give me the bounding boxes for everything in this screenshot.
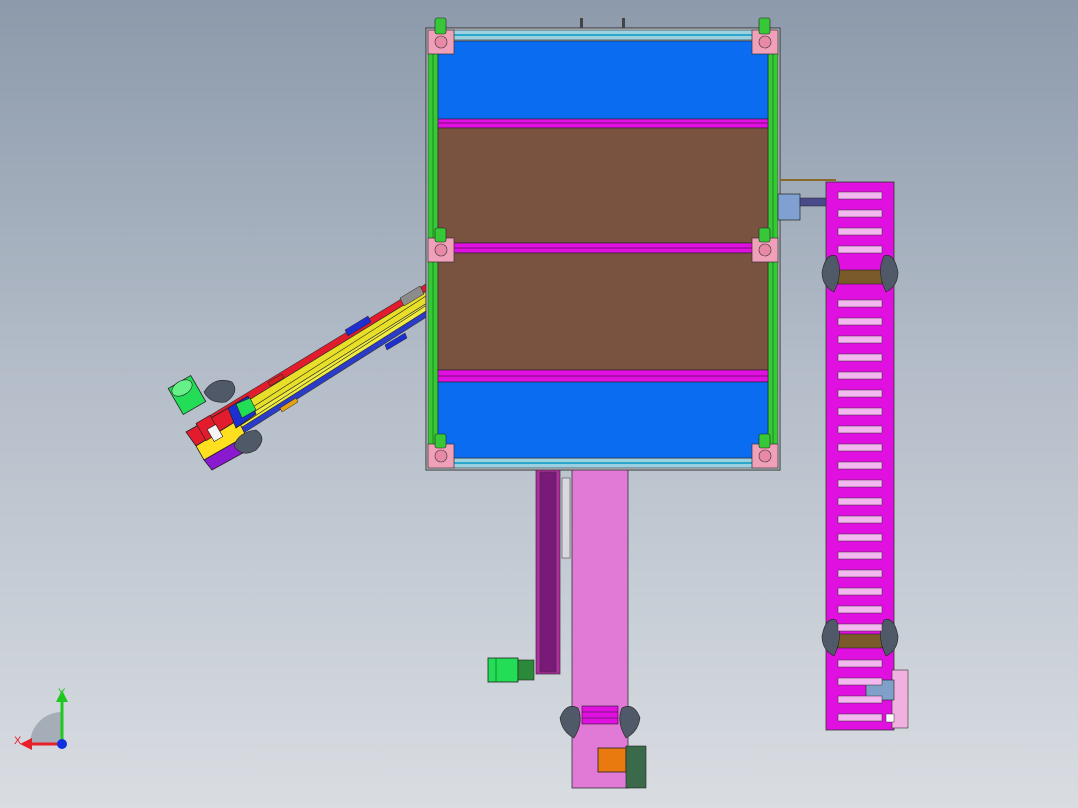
conveyor-slat [837, 443, 883, 452]
green-motor[interactable] [487, 657, 535, 683]
conveyor-slat [837, 713, 883, 722]
feeder-motor[interactable] [167, 374, 207, 416]
corner-post-tl [427, 17, 455, 55]
inclined-feeder[interactable] [167, 283, 437, 471]
conveyor-slat [837, 407, 883, 416]
conveyor-slat [837, 515, 883, 524]
y-axis-label: Y [58, 687, 66, 699]
conveyor-slat [837, 479, 883, 488]
conveyor-slat [837, 227, 883, 236]
conveyor-slat [837, 497, 883, 506]
conveyor-slat [837, 317, 883, 326]
conveyor-slat [837, 299, 883, 308]
upper-blue-panel[interactable] [437, 40, 769, 120]
conveyor-slat [837, 551, 883, 560]
conveyor-slat [837, 605, 883, 614]
triad-plane [30, 712, 62, 744]
conveyor-slat [837, 389, 883, 398]
conveyor-slat [837, 587, 883, 596]
conveyor-slat [837, 371, 883, 380]
conveyor-slat [837, 677, 883, 686]
conveyor-slat [837, 209, 883, 218]
conveyor-slat [837, 695, 883, 704]
conveyor-slat [837, 191, 883, 200]
mount-feeder-1 [203, 380, 236, 403]
cad-viewport[interactable] [0, 0, 1078, 808]
right-magenta-conveyor[interactable] [821, 181, 909, 731]
axis-triad: Y X [14, 687, 68, 750]
corner-post-tr [751, 17, 779, 55]
conveyor-slat [837, 461, 883, 470]
bottom-pink-conveyor[interactable] [535, 469, 641, 789]
brown-panel-lower[interactable] [437, 252, 769, 371]
lower-blue-panel[interactable] [437, 381, 769, 459]
conveyor-slat [837, 353, 883, 362]
conveyor-slat [837, 425, 883, 434]
conveyor-slat [837, 569, 883, 578]
main-frame[interactable] [425, 17, 781, 471]
conveyor-slat [837, 533, 883, 542]
brown-panel-upper[interactable] [437, 127, 769, 244]
conveyor-slat [837, 245, 883, 254]
z-axis-dot [57, 739, 67, 749]
conveyor-slat [837, 623, 883, 632]
x-axis-label: X [14, 735, 22, 747]
conveyor-slat [837, 335, 883, 344]
x-axis-arrow [20, 738, 32, 750]
conveyor-slat [837, 659, 883, 668]
